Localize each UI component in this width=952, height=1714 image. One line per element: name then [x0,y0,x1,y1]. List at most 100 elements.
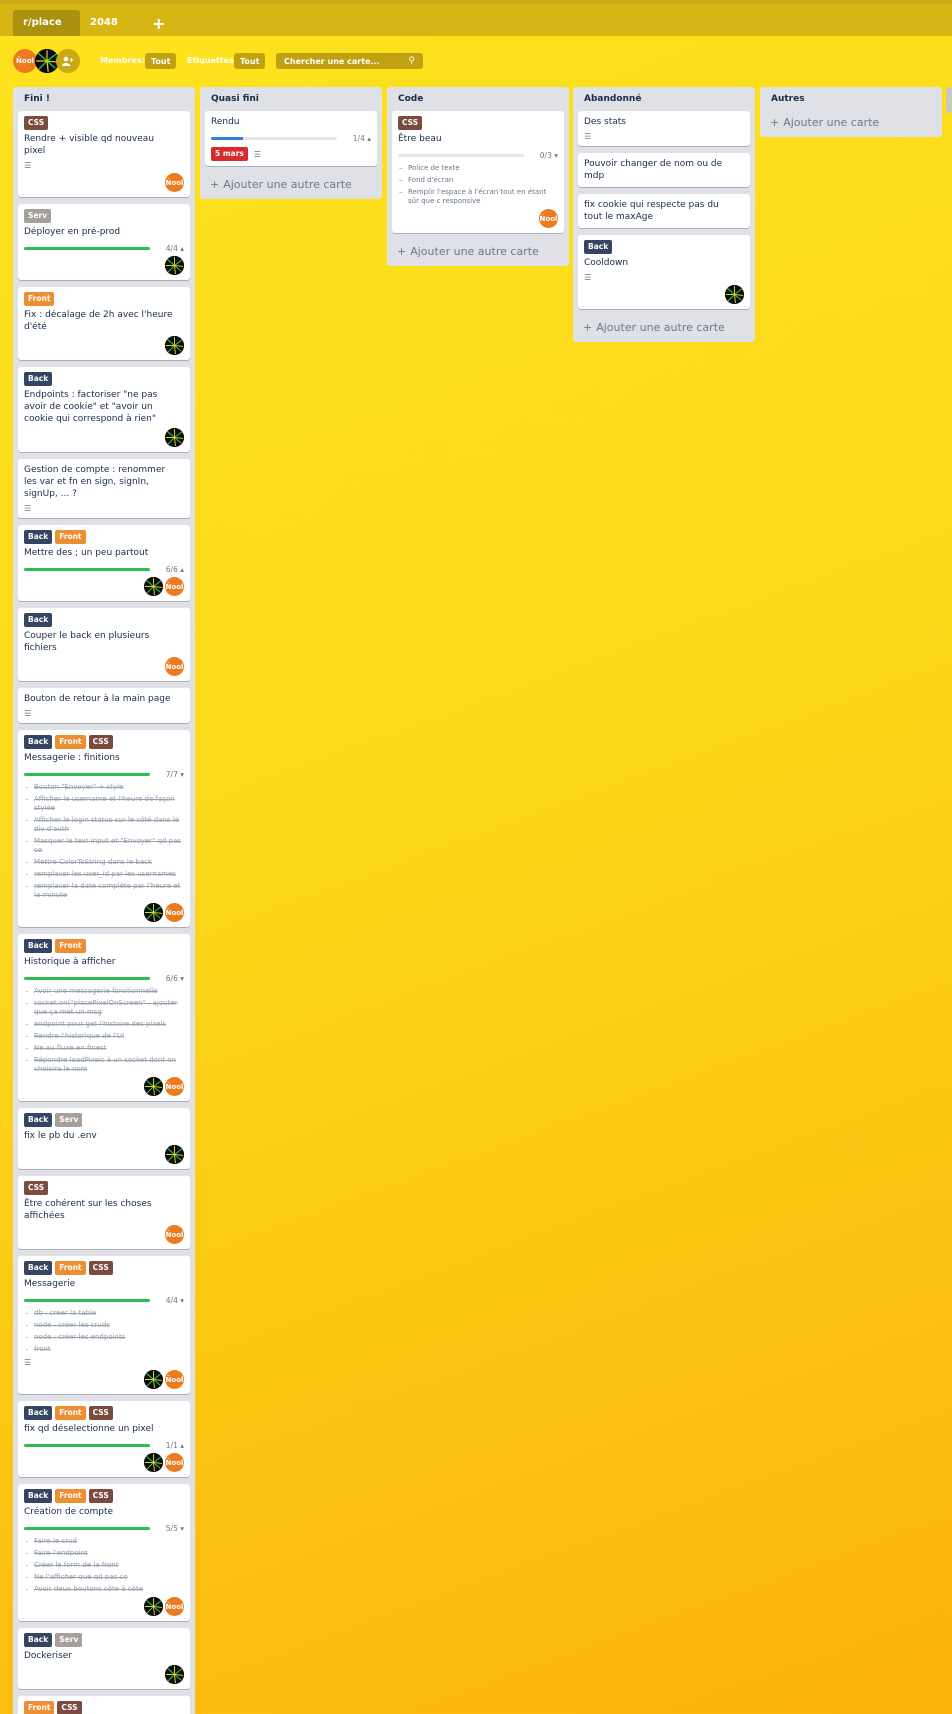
checklist-item[interactable]: db : créer la table [24,1309,184,1318]
card[interactable]: Back Couper le back en plusieurs fichiers… [18,608,190,681]
member-avatar-dark[interactable] [144,1370,163,1389]
tab-2048[interactable]: 2048 [80,10,130,36]
search-icon[interactable]: ⚲ [408,56,415,66]
checklist-item[interactable]: Masquer le text input et "Envoyer" qd pa… [24,837,184,855]
card[interactable]: Back Cooldown ☰ [578,235,750,309]
card[interactable]: Back Serv fix le pb du .env [18,1108,190,1169]
checklist-item[interactable]: socket.on("placePixelOnScreen" : ajouter… [24,999,184,1017]
progress-count[interactable]: 4/4 ▴ [166,244,184,253]
progress-count[interactable]: 4/4 ▾ [166,1296,184,1305]
member-avatar-dark[interactable] [144,1077,163,1096]
checklist-item[interactable]: Ne l'afficher que qd pas co [24,1573,184,1582]
card[interactable]: BackFrontCSS Messagerie 4/4 ▾ db : créer la… [18,1256,190,1394]
card[interactable]: fix cookie qui respecte pas du tout le m… [578,194,750,228]
card[interactable]: BackFrontCSS Messagerie : finitions 7/7 ▾ B… [18,730,190,927]
progress-count[interactable]: 1/4 ▴ [353,134,371,143]
member-avatar-dark[interactable] [165,336,184,355]
chevron-icon[interactable]: ▾ [178,1296,184,1305]
card[interactable]: CSS Être cohérent sur les choses affichée… [18,1176,190,1249]
checklist-item[interactable]: Faire le crud [24,1537,184,1546]
chevron-icon[interactable]: ▾ [178,770,184,779]
checklist-item[interactable]: node : créer les cruds [24,1321,184,1330]
member-avatar-orange[interactable]: Ñool [165,1453,184,1472]
member-avatar-dark[interactable] [144,577,163,596]
checklist-item[interactable]: remplacer les user_id par les usernames [24,870,184,879]
member-avatar-orange[interactable]: Ñool [165,903,184,922]
card[interactable]: Bouton de retour à la main page ☰ [18,688,190,723]
tab-rplace[interactable]: r/place [13,10,80,36]
card[interactable]: BackFront Historique à afficher 6/6 ▾ Avoir… [18,934,190,1101]
member-avatar-orange[interactable]: Ñool [165,1597,184,1616]
progress-count[interactable]: 1/1 ▴ [166,1441,184,1450]
chevron-icon[interactable]: ▾ [178,974,184,983]
checklist-item[interactable]: Rendre l'historique de l'UI [24,1032,184,1041]
add-card-button[interactable]: + Ajouter une autre carte [578,316,750,342]
checklist-item[interactable]: Avoir une messagerie fonctionnelle [24,987,184,996]
member-avatar-dark[interactable] [165,1665,184,1684]
progress-count[interactable]: 0/3 ▾ [540,151,558,160]
checklist-item[interactable]: front [24,1345,184,1354]
member-avatar-dark[interactable] [144,903,163,922]
card[interactable]: Gestion de compte : renommer les var et … [18,459,190,518]
member-avatar-dark[interactable] [725,285,744,304]
chevron-icon[interactable]: ▾ [178,1524,184,1533]
members-filter-select[interactable]: Tout [145,53,177,69]
chevron-icon[interactable]: ▴ [178,565,184,574]
card[interactable]: Back Serv Dockeriser [18,1628,190,1689]
progress-count[interactable]: 6/6 ▴ [166,565,184,574]
member-avatar-orange[interactable]: Ñool [165,1225,184,1244]
member-avatar-orange[interactable]: Ñool [165,1077,184,1096]
checklist-item[interactable]: Ne au fluxe en finest [24,1044,184,1053]
add-member-icon[interactable] [56,49,80,73]
member-avatar-dark[interactable] [165,1145,184,1164]
checklist-item[interactable]: Répondre loadPixels à un socket dont on … [24,1056,184,1074]
member-avatar-dark[interactable] [165,428,184,447]
member-avatar-dark[interactable] [144,1597,163,1616]
member-avatar-orange[interactable]: Ñool [165,657,184,676]
due-date-badge[interactable]: 5 mars [211,147,248,161]
add-card-button[interactable]: + Ajouter une carte [765,111,937,137]
checklist-item[interactable]: node : créer les endpoints [24,1333,184,1342]
card[interactable]: Back Endpoints : factoriser "ne pas avoir… [18,367,190,452]
checklist-item[interactable]: Police de texte [398,164,558,173]
labels-filter-select[interactable]: Tout [234,53,266,69]
progress-count[interactable]: 5/5 ▾ [166,1524,184,1533]
checklist-item[interactable]: Avoir deux boutons côte à côte [24,1585,184,1594]
card[interactable]: Pouvoir changer de nom ou de mdp [578,153,750,187]
chevron-icon[interactable]: ▴ [178,244,184,253]
card[interactable]: Back Front Mettre des ; un peu partout 6/6 … [18,525,190,601]
add-card-button[interactable]: + Ajouter une autre carte [392,240,564,266]
checklist-item[interactable]: Afficher le login status sur le côté dan… [24,816,184,834]
member-avatar-dark[interactable] [165,256,184,275]
checklist-item[interactable]: Fond d'écran [398,176,558,185]
checklist-item[interactable]: Remplir l'espace à l'écran tout en étant… [398,188,558,206]
progress-count[interactable]: 6/6 ▾ [166,974,184,983]
member-avatar-orange[interactable]: Ñool [165,173,184,192]
member-avatar-orange[interactable]: Ñool [165,1370,184,1389]
checklist-item[interactable]: remplacer la date complète par l'heure e… [24,882,184,900]
chevron-icon[interactable]: ▴ [178,1441,184,1450]
card[interactable]: CSS Rendre + visible qd nouveau pixel ☰ Ñoo… [18,111,190,197]
checklist-item[interactable]: Afficher le username et l'heure de façon… [24,795,184,813]
checklist-item[interactable]: Mettre ColorToString dans le back [24,858,184,867]
card[interactable]: Front Fix : décalage de 2h avec l'heure d… [18,287,190,360]
card[interactable]: BackFrontCSS Création de compte 5/5 ▾ Faire… [18,1484,190,1621]
checklist-item[interactable]: Bouton "Envoyer" + style [24,783,184,792]
checklist-item[interactable]: Faire l'endpoint [24,1549,184,1558]
card[interactable]: CSS Être beau 0/3 ▾ Police de texte Fond d'é… [392,111,564,233]
progress-count[interactable]: 7/7 ▾ [166,770,184,779]
checklist-item[interactable]: Créer le form de la front [24,1561,184,1570]
card[interactable]: Des stats ☰ [578,111,750,146]
card[interactable]: Serv Déployer en pré-prod 4/4 ▴ [18,204,190,280]
horizontal-scrollbar[interactable] [946,87,952,113]
checklist-item[interactable]: endpoint pour get l'histoire des pixels [24,1020,184,1029]
card[interactable]: Rendu 1/4 ▴ 5 mars ☰ [205,111,377,166]
member-avatar-orange[interactable]: Ñool [165,577,184,596]
member-avatar-dark[interactable] [144,1453,163,1472]
member-avatar-orange[interactable]: Ñool [539,209,558,228]
chevron-icon[interactable]: ▴ [365,134,371,143]
search-input[interactable]: Chercher une carte... ⚲ [276,53,423,69]
add-tab-icon[interactable]: + [152,16,165,32]
card[interactable]: FrontCSStej l'animation de chargementÑoo… [18,1696,190,1714]
member-avatar-orange[interactable]: Ñool [13,49,37,73]
